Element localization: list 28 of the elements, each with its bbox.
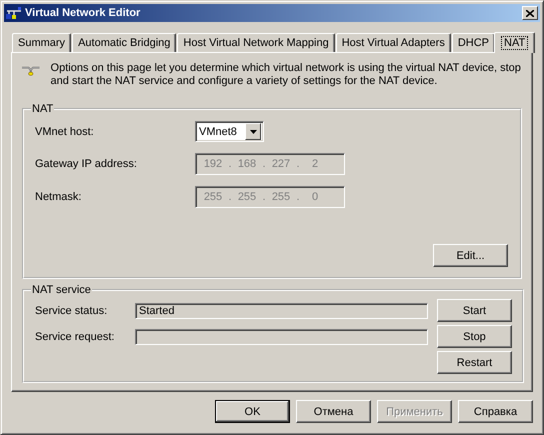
dropdown-arrow-icon xyxy=(250,130,256,134)
tab[interactable]: Host Virtual Adapters xyxy=(336,33,451,52)
restart-button[interactable]: Restart xyxy=(437,351,512,374)
network-icon xyxy=(6,6,22,20)
field-label: Netmask: xyxy=(35,191,82,203)
tab[interactable]: Summary xyxy=(12,33,72,52)
field-label: Service status: xyxy=(35,305,108,317)
tab[interactable]: Automatic Bridging xyxy=(72,33,176,52)
field-label: Gateway IP address: xyxy=(35,158,138,170)
group-title: NAT service xyxy=(31,284,92,296)
field-label: VMnet host: xyxy=(35,126,95,138)
description-text: Options on this page let you determine which virtual network is using the virtual NAT device, stop and start the NAT service and configure a variety of settings for the NAT device. xyxy=(50,61,522,88)
tab[interactable]: Host Virtual Network Mapping xyxy=(177,33,335,52)
vmnet-dropdown[interactable]: VMnet8 xyxy=(195,121,264,142)
cancel-button[interactable]: Отмена xyxy=(296,400,371,423)
status-field: Started xyxy=(135,303,428,319)
close-button[interactable] xyxy=(522,6,538,20)
tab[interactable]: DHCP xyxy=(452,33,496,52)
tab[interactable]: NAT xyxy=(494,32,536,53)
start-button[interactable]: Start xyxy=(437,299,512,322)
window-title: Virtual Network Editor xyxy=(25,7,142,19)
help-button[interactable]: Справка xyxy=(458,400,533,423)
group-title: NAT xyxy=(31,103,54,115)
edit-button[interactable]: Edit... xyxy=(433,244,508,267)
ok-button[interactable]: OK xyxy=(215,400,290,423)
close-icon xyxy=(526,10,534,16)
stop-button[interactable]: Stop xyxy=(437,325,512,348)
field-label: Service request: xyxy=(35,331,116,343)
